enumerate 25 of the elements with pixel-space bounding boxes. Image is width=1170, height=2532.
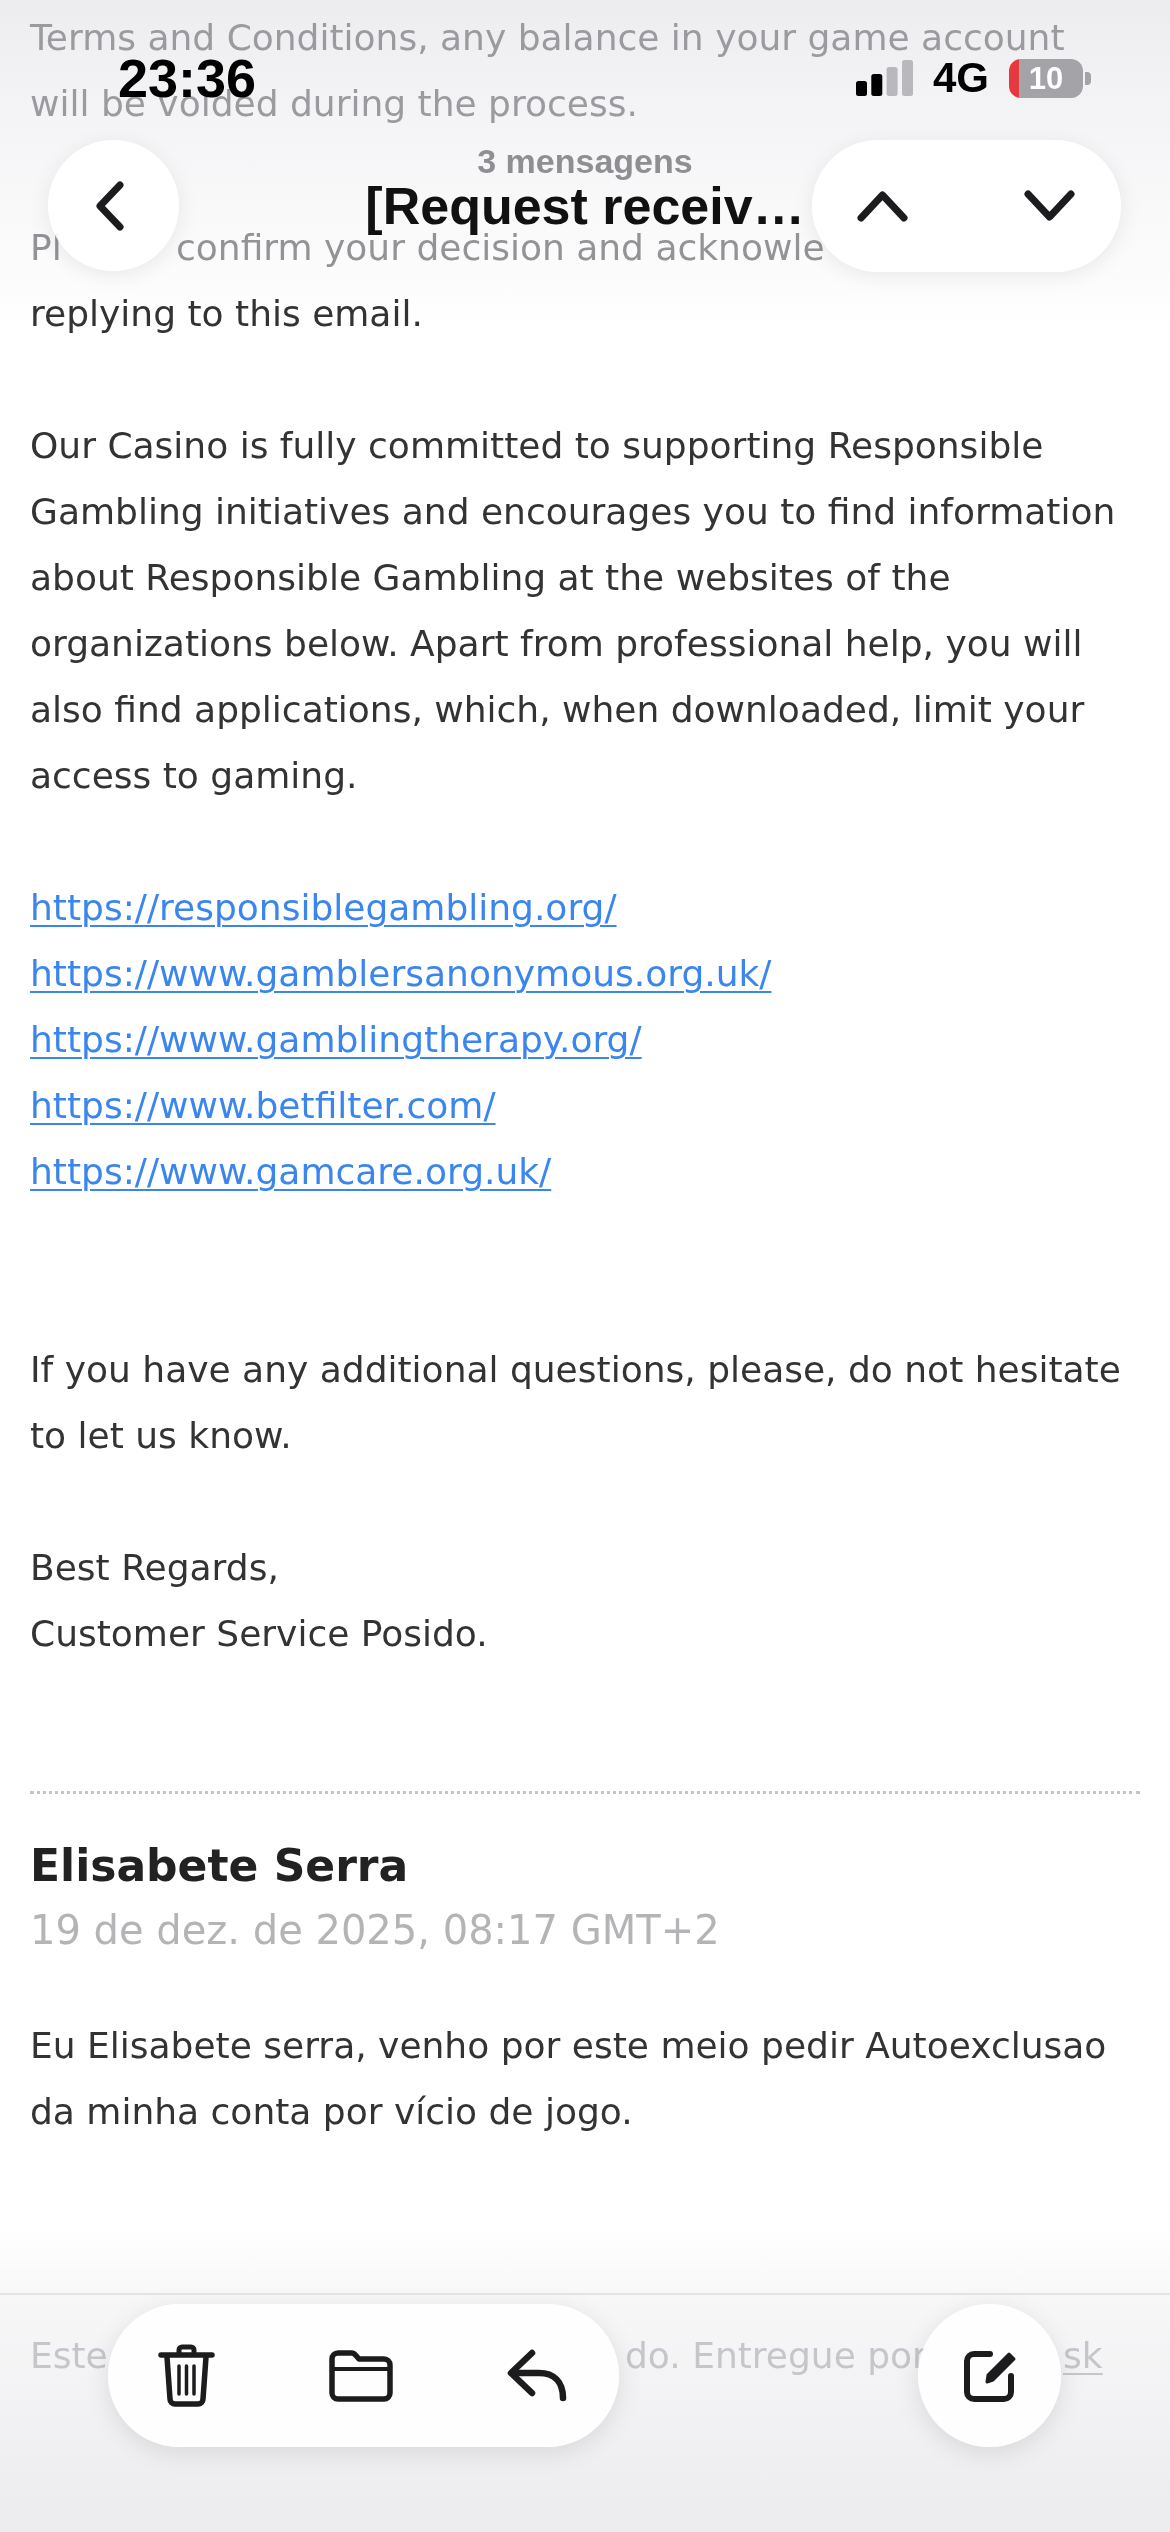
sender-name: Elisabete Serra [30,1839,410,1893]
network-label: 4G [932,58,989,98]
email-text: replying to this email. [30,292,424,336]
email-text: If you have any additional questions, please, do not hesitate to let us know. [30,1348,1122,1458]
chevron-down-icon[interactable] [1024,190,1075,222]
email-link[interactable]: https://www.betfilter.com/ [30,1073,496,1139]
email-text: Best Regards, [30,1547,279,1588]
email-text: Customer Service Posido. [30,1613,488,1654]
chevron-up-icon[interactable] [857,190,908,222]
email-link[interactable]: https://responsiblegambling.org/ [30,875,617,941]
battery-indicator: 10 [1009,58,1091,98]
signal-icon [855,60,913,96]
email-link[interactable]: https://www.gamblersanonymous.org.uk/ [30,941,772,1007]
email-text: Our Casino is fully committed to supporting Responsible Gambling initiatives and encourages you to find information about Responsible Gambling at the websites of the organizations below. Apart from professional help, you will also find applications, which, when downloaded, limit your access to gaming. [30,424,1117,798]
reply-icon[interactable] [507,2349,567,2402]
trash-icon[interactable] [158,2344,215,2407]
message-count: 3 mensagens [477,142,693,180]
email-link[interactable]: https://www.gamcare.org.uk/ [30,1139,552,1205]
chevron-left-icon [93,180,126,231]
email-link[interactable]: https://www.gamblingtherapy.org/ [30,1007,642,1073]
email-text: Pl [30,226,62,270]
folder-icon[interactable] [329,2348,393,2403]
email-text: Terms and Conditions, any balance in your game account [30,17,1065,58]
message-date: 19 de dez. de 2025, 08:17 GMT+2 [30,1906,721,1955]
message-text: Eu Elisabete serra, venho por este meio pedir Autoexclusao da minha conta por vício de jogo. [30,2024,1108,2134]
